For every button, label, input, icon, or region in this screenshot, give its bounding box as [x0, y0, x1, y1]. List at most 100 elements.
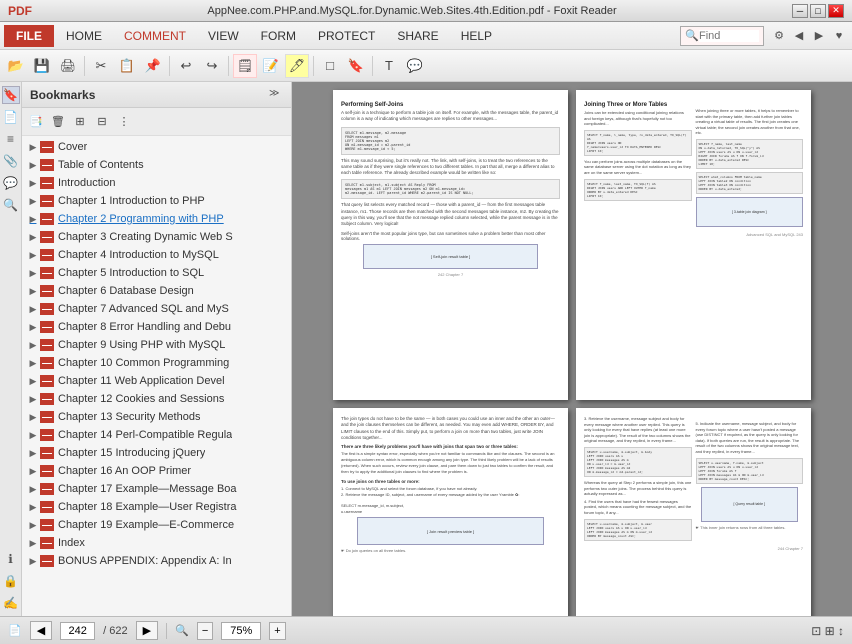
bm-delete-button[interactable]: 🗑 [48, 112, 68, 132]
bookmark-item-2[interactable]: ▶Introduction [22, 174, 291, 192]
p4-note1: Whereas the query at Step 2 performs a s… [584, 480, 692, 497]
bm-label-11: Chapter 9 Using PHP with MySQL [58, 339, 225, 351]
prev-page-button[interactable]: ◀ [30, 621, 52, 640]
format-button[interactable]: 🗒 [233, 54, 257, 78]
search-panel-icon[interactable]: 🔍 [2, 196, 20, 214]
bookmark-item-11[interactable]: ▶ Chapter 9 Using PHP with MySQL [22, 336, 291, 354]
zoom-input[interactable] [221, 622, 261, 640]
paste-button[interactable]: 📌 [141, 54, 165, 78]
menu-home[interactable]: HOME [56, 25, 112, 47]
print-button[interactable]: 🖨 [56, 54, 80, 78]
menu-comment[interactable]: COMMENT [114, 25, 196, 47]
bookmark-icon[interactable]: ♥ [830, 27, 848, 45]
bm-options-button[interactable]: ⋮ [114, 112, 134, 132]
zoom-in-button[interactable]: + [269, 622, 285, 640]
next-page-button[interactable]: ▶ [136, 621, 158, 640]
pdf-page-4: 3. Retrieve the username, message subjec… [576, 408, 811, 616]
properties-panel-icon[interactable]: ℹ [2, 550, 20, 568]
minimize-button[interactable]: ─ [792, 4, 808, 18]
result-table-2: [ Query result table ] [701, 487, 798, 522]
page-right-heading: Joining Three or More Tables [584, 102, 692, 108]
bm-label-5: Chapter 3 Creating Dynamic Web S [58, 231, 233, 243]
bm-expand-icon-5: ▶ [26, 230, 40, 244]
bookmarks-panel-icon[interactable]: 🔖 [2, 86, 20, 104]
sidebar-controls[interactable]: ≫ [269, 88, 283, 102]
zoom-out-button[interactable]: − [197, 622, 213, 640]
bm-expand-icon-9: ▶ [26, 302, 40, 316]
bm-expand-all-button[interactable]: ⊞ [70, 112, 90, 132]
bookmark-item-4[interactable]: ▶Chapter 2 Programming with PHP [22, 210, 291, 228]
bookmark-item-3[interactable]: ▶Chapter 1 Introduction to PHP [22, 192, 291, 210]
close-button[interactable]: ✕ [828, 4, 844, 18]
redo-button[interactable]: ↪ [200, 54, 224, 78]
copy-button[interactable]: 📋 [115, 54, 139, 78]
bookmark-item-23[interactable]: ▶BONUS APPENDIX: Appendix A: In [22, 552, 291, 570]
bookmark-item-19[interactable]: ▶Chapter 17 Example—Message Boa [22, 480, 291, 498]
menu-view[interactable]: VIEW [198, 25, 249, 47]
attachments-panel-icon[interactable]: 📎 [2, 152, 20, 170]
bookmark-item-12[interactable]: ▶Chapter 10 Common Programming [22, 354, 291, 372]
bm-new-button[interactable]: 📑 [26, 112, 46, 132]
bm-doc-icon-12 [40, 357, 54, 369]
save-button[interactable]: 💾 [30, 54, 54, 78]
menu-help[interactable]: HELP [451, 25, 502, 47]
bookmark-item-17[interactable]: ▶Chapter 15 Introducing jQuery [22, 444, 291, 462]
code-block-6: SELECT what_columns FROM table_name LEFT… [696, 172, 804, 194]
p4-cols: 3. Retrieve the username, message subjec… [584, 416, 803, 544]
bookmark-item-9[interactable]: ▶Chapter 7 Advanced SQL and MyS [22, 300, 291, 318]
bookmark-item-14[interactable]: ▶Chapter 12 Cookies and Sessions [22, 390, 291, 408]
page-content-3: The join types do not have to be the sam… [333, 408, 568, 616]
markup-button[interactable]: 📝 [259, 54, 283, 78]
main-area: 🔖 📄 ≡ 📎 💬 🔍 ℹ 🔒 ✍ Bookmarks ≫ 📑 🗑 ⊞ ⊟ ⋮ … [0, 82, 852, 616]
pdf-page-right: Joining Three or More Tables Joins can b… [576, 90, 811, 400]
pdf-area[interactable]: Performing Self-Joins A self-join is a t… [292, 82, 852, 616]
menu-form[interactable]: FORM [251, 25, 306, 47]
page-number-input[interactable] [60, 622, 95, 640]
bookmark-item-6[interactable]: ▶Chapter 4 Introduction to MySQL [22, 246, 291, 264]
note-button[interactable]: 💬 [403, 54, 427, 78]
pages-panel-icon[interactable]: 📄 [2, 108, 20, 126]
bookmark-item-15[interactable]: ▶Chapter 13 Security Methods [22, 408, 291, 426]
security-panel-icon[interactable]: 🔒 [2, 572, 20, 590]
bookmark-item-22[interactable]: ▶Index [22, 534, 291, 552]
bookmark-item-8[interactable]: ▶Chapter 6 Database Design [22, 282, 291, 300]
sidebar-expand-icon[interactable]: ≫ [269, 88, 283, 102]
typewriter-button[interactable]: T [377, 54, 401, 78]
menu-protect[interactable]: PROTECT [308, 25, 385, 47]
bm-expand-icon-1: ▶ [26, 158, 40, 172]
layers-panel-icon[interactable]: ≡ [2, 130, 20, 148]
bookmark-item-18[interactable]: ▶Chapter 16 An OOP Primer [22, 462, 291, 480]
bookmark-item-0[interactable]: ▶Cover [22, 138, 291, 156]
bm-label-23: BONUS APPENDIX: Appendix A: In [58, 555, 232, 567]
undo-button[interactable]: ↩ [174, 54, 198, 78]
signature-panel-icon[interactable]: ✍ [2, 594, 20, 612]
bm-label-20: Chapter 18 Example—User Registra [58, 501, 237, 513]
bm-expand-icon-11: ▶ [26, 338, 40, 352]
menu-file[interactable]: FILE [4, 25, 54, 47]
highlight-button[interactable]: 🖊 [285, 54, 309, 78]
bookmark-item-7[interactable]: ▶Chapter 5 Introduction to SQL [22, 264, 291, 282]
settings-icon[interactable]: ⚙ [770, 27, 788, 45]
open-button[interactable]: 📂 [4, 54, 28, 78]
comments-panel-icon[interactable]: 💬 [2, 174, 20, 192]
bookmark-item-13[interactable]: ▶Chapter 11 Web Application Devel [22, 372, 291, 390]
bm-collapse-all-button[interactable]: ⊟ [92, 112, 112, 132]
bookmark-item-10[interactable]: ▶Chapter 8 Error Handling and Debu [22, 318, 291, 336]
forward-nav-icon[interactable]: ▶ [810, 27, 828, 45]
menu-share[interactable]: SHARE [387, 25, 448, 47]
bookmark-item-16[interactable]: ▶Chapter 14 Perl-Compatible Regula [22, 426, 291, 444]
bookmark-item-5[interactable]: ▶ Chapter 3 Creating Dynamic Web S [22, 228, 291, 246]
back-nav-icon[interactable]: ◀ [790, 27, 808, 45]
shapes-button[interactable]: □ [318, 54, 342, 78]
title-bar-controls[interactable]: ─ □ ✕ [792, 4, 844, 18]
stamp-button[interactable]: 🔖 [344, 54, 368, 78]
search-input[interactable] [699, 30, 759, 42]
p3-steps: 1. Connect to MySQL and select the forum… [341, 486, 560, 514]
bookmark-item-1[interactable]: ▶Table of Contents [22, 156, 291, 174]
bookmark-item-20[interactable]: ▶Chapter 18 Example—User Registra [22, 498, 291, 516]
maximize-button[interactable]: □ [810, 4, 826, 18]
p4-right-text: 5. Indicate the username, message subjec… [696, 421, 804, 455]
scissors-button[interactable]: ✂ [89, 54, 113, 78]
bookmark-item-21[interactable]: ▶Chapter 19 Example—E-Commerce [22, 516, 291, 534]
page-separator: / 622 [103, 625, 127, 637]
